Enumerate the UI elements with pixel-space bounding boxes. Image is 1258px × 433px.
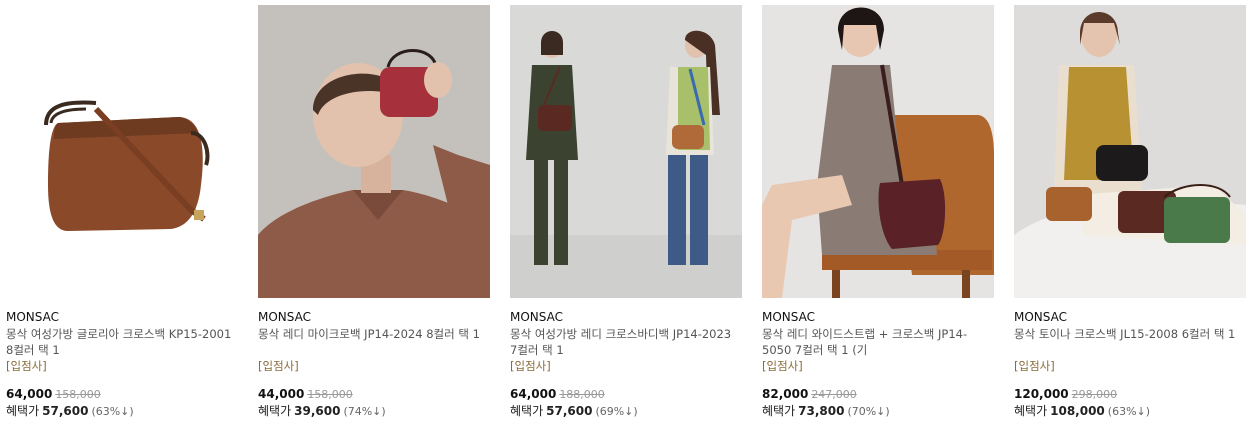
- benefit-rate: (63%↓): [91, 405, 134, 418]
- benefit-price: 73,800: [798, 404, 845, 418]
- seated-model-with-burgundy-bag-image: [762, 5, 994, 298]
- benefit-row: 혜택가 108,000 (63%↓): [1014, 404, 1246, 419]
- price-row: 64,000 158,000: [6, 387, 238, 402]
- price-row: 120,000 298,000: [1014, 387, 1246, 402]
- price-row: 44,000 158,000: [258, 387, 490, 402]
- product-image[interactable]: [6, 5, 238, 298]
- product-image[interactable]: [258, 5, 490, 298]
- brown-crossbody-bag-image: [6, 5, 238, 298]
- seller-tag: [입점사]: [1014, 359, 1055, 373]
- product-image[interactable]: [510, 5, 742, 298]
- product-title[interactable]: 몽삭 레디 마이크로백 JP14-2024 8컬러 택 1: [258, 326, 490, 358]
- original-price: 298,000: [1071, 388, 1118, 401]
- sale-price: 64,000: [510, 387, 557, 401]
- seated-model-with-multiple-bags-image: [1014, 5, 1246, 298]
- price-row: 64,000 188,000: [510, 387, 742, 402]
- product-card[interactable]: MONSAC 몽삭 레디 와이드스트랩 + 크로스백 JP14-5050 7컬러…: [762, 5, 994, 419]
- product-title[interactable]: 몽삭 여성가방 글로리아 크로스백 KP15-2001 8컬러 택 1: [6, 326, 238, 358]
- product-brand: MONSAC: [762, 310, 815, 324]
- benefit-price: 39,600: [294, 404, 341, 418]
- benefit-label: 혜택가: [258, 404, 292, 418]
- benefit-rate: (70%↓): [847, 405, 890, 418]
- benefit-price: 108,000: [1050, 404, 1105, 418]
- product-title[interactable]: 몽삭 여성가방 레디 크로스바디백 JP14-2023 7컬러 택 1: [510, 326, 742, 358]
- benefit-label: 혜택가: [6, 404, 40, 418]
- product-brand: MONSAC: [258, 310, 311, 324]
- benefit-row: 혜택가 57,600 (63%↓): [6, 404, 238, 419]
- product-card[interactable]: MONSAC 몽삭 여성가방 레디 크로스바디백 JP14-2023 7컬러 택…: [510, 5, 742, 419]
- product-brand: MONSAC: [1014, 310, 1067, 324]
- benefit-price: 57,600: [42, 404, 89, 418]
- benefit-label: 혜택가: [510, 404, 544, 418]
- seller-tag: [입점사]: [510, 359, 551, 373]
- product-brand: MONSAC: [6, 310, 59, 324]
- product-grid: MONSAC 몽삭 여성가방 글로리아 크로스백 KP15-2001 8컬러 택…: [0, 0, 1258, 433]
- product-image[interactable]: [762, 5, 994, 298]
- benefit-rate: (74%↓): [343, 405, 386, 418]
- product-card[interactable]: MONSAC 몽삭 토이나 크로스백 JL15-2008 6컬러 택 1 [입점…: [1014, 5, 1246, 419]
- benefit-row: 혜택가 39,600 (74%↓): [258, 404, 490, 419]
- sale-price: 120,000: [1014, 387, 1069, 401]
- product-title[interactable]: 몽삭 토이나 크로스백 JL15-2008 6컬러 택 1: [1014, 326, 1246, 358]
- seller-tag: [입점사]: [762, 359, 803, 373]
- sale-price: 64,000: [6, 387, 53, 401]
- original-price: 158,000: [55, 388, 101, 401]
- product-brand: MONSAC: [510, 310, 563, 324]
- original-price: 158,000: [307, 388, 353, 401]
- benefit-rate: (63%↓): [1107, 405, 1151, 418]
- seller-tag: [입점사]: [6, 359, 47, 373]
- benefit-price: 57,600: [546, 404, 593, 418]
- benefit-label: 혜택가: [762, 404, 796, 418]
- benefit-label: 혜택가: [1014, 404, 1048, 418]
- sale-price: 44,000: [258, 387, 305, 401]
- benefit-rate: (69%↓): [595, 405, 638, 418]
- original-price: 188,000: [559, 388, 605, 401]
- product-card[interactable]: MONSAC 몽삭 레디 마이크로백 JP14-2024 8컬러 택 1 [입점…: [258, 5, 490, 419]
- product-image[interactable]: [1014, 5, 1246, 298]
- original-price: 247,000: [811, 388, 857, 401]
- price-row: 82,000 247,000: [762, 387, 994, 402]
- benefit-row: 혜택가 73,800 (70%↓): [762, 404, 994, 419]
- product-card[interactable]: MONSAC 몽삭 여성가방 글로리아 크로스백 KP15-2001 8컬러 택…: [6, 5, 238, 419]
- two-models-with-crossbody-bags-image: [510, 5, 742, 298]
- model-holding-red-micro-bag-image: [258, 5, 490, 298]
- seller-tag: [입점사]: [258, 359, 299, 373]
- benefit-row: 혜택가 57,600 (69%↓): [510, 404, 742, 419]
- product-title[interactable]: 몽삭 레디 와이드스트랩 + 크로스백 JP14-5050 7컬러 택 1 (기: [762, 326, 994, 358]
- sale-price: 82,000: [762, 387, 809, 401]
